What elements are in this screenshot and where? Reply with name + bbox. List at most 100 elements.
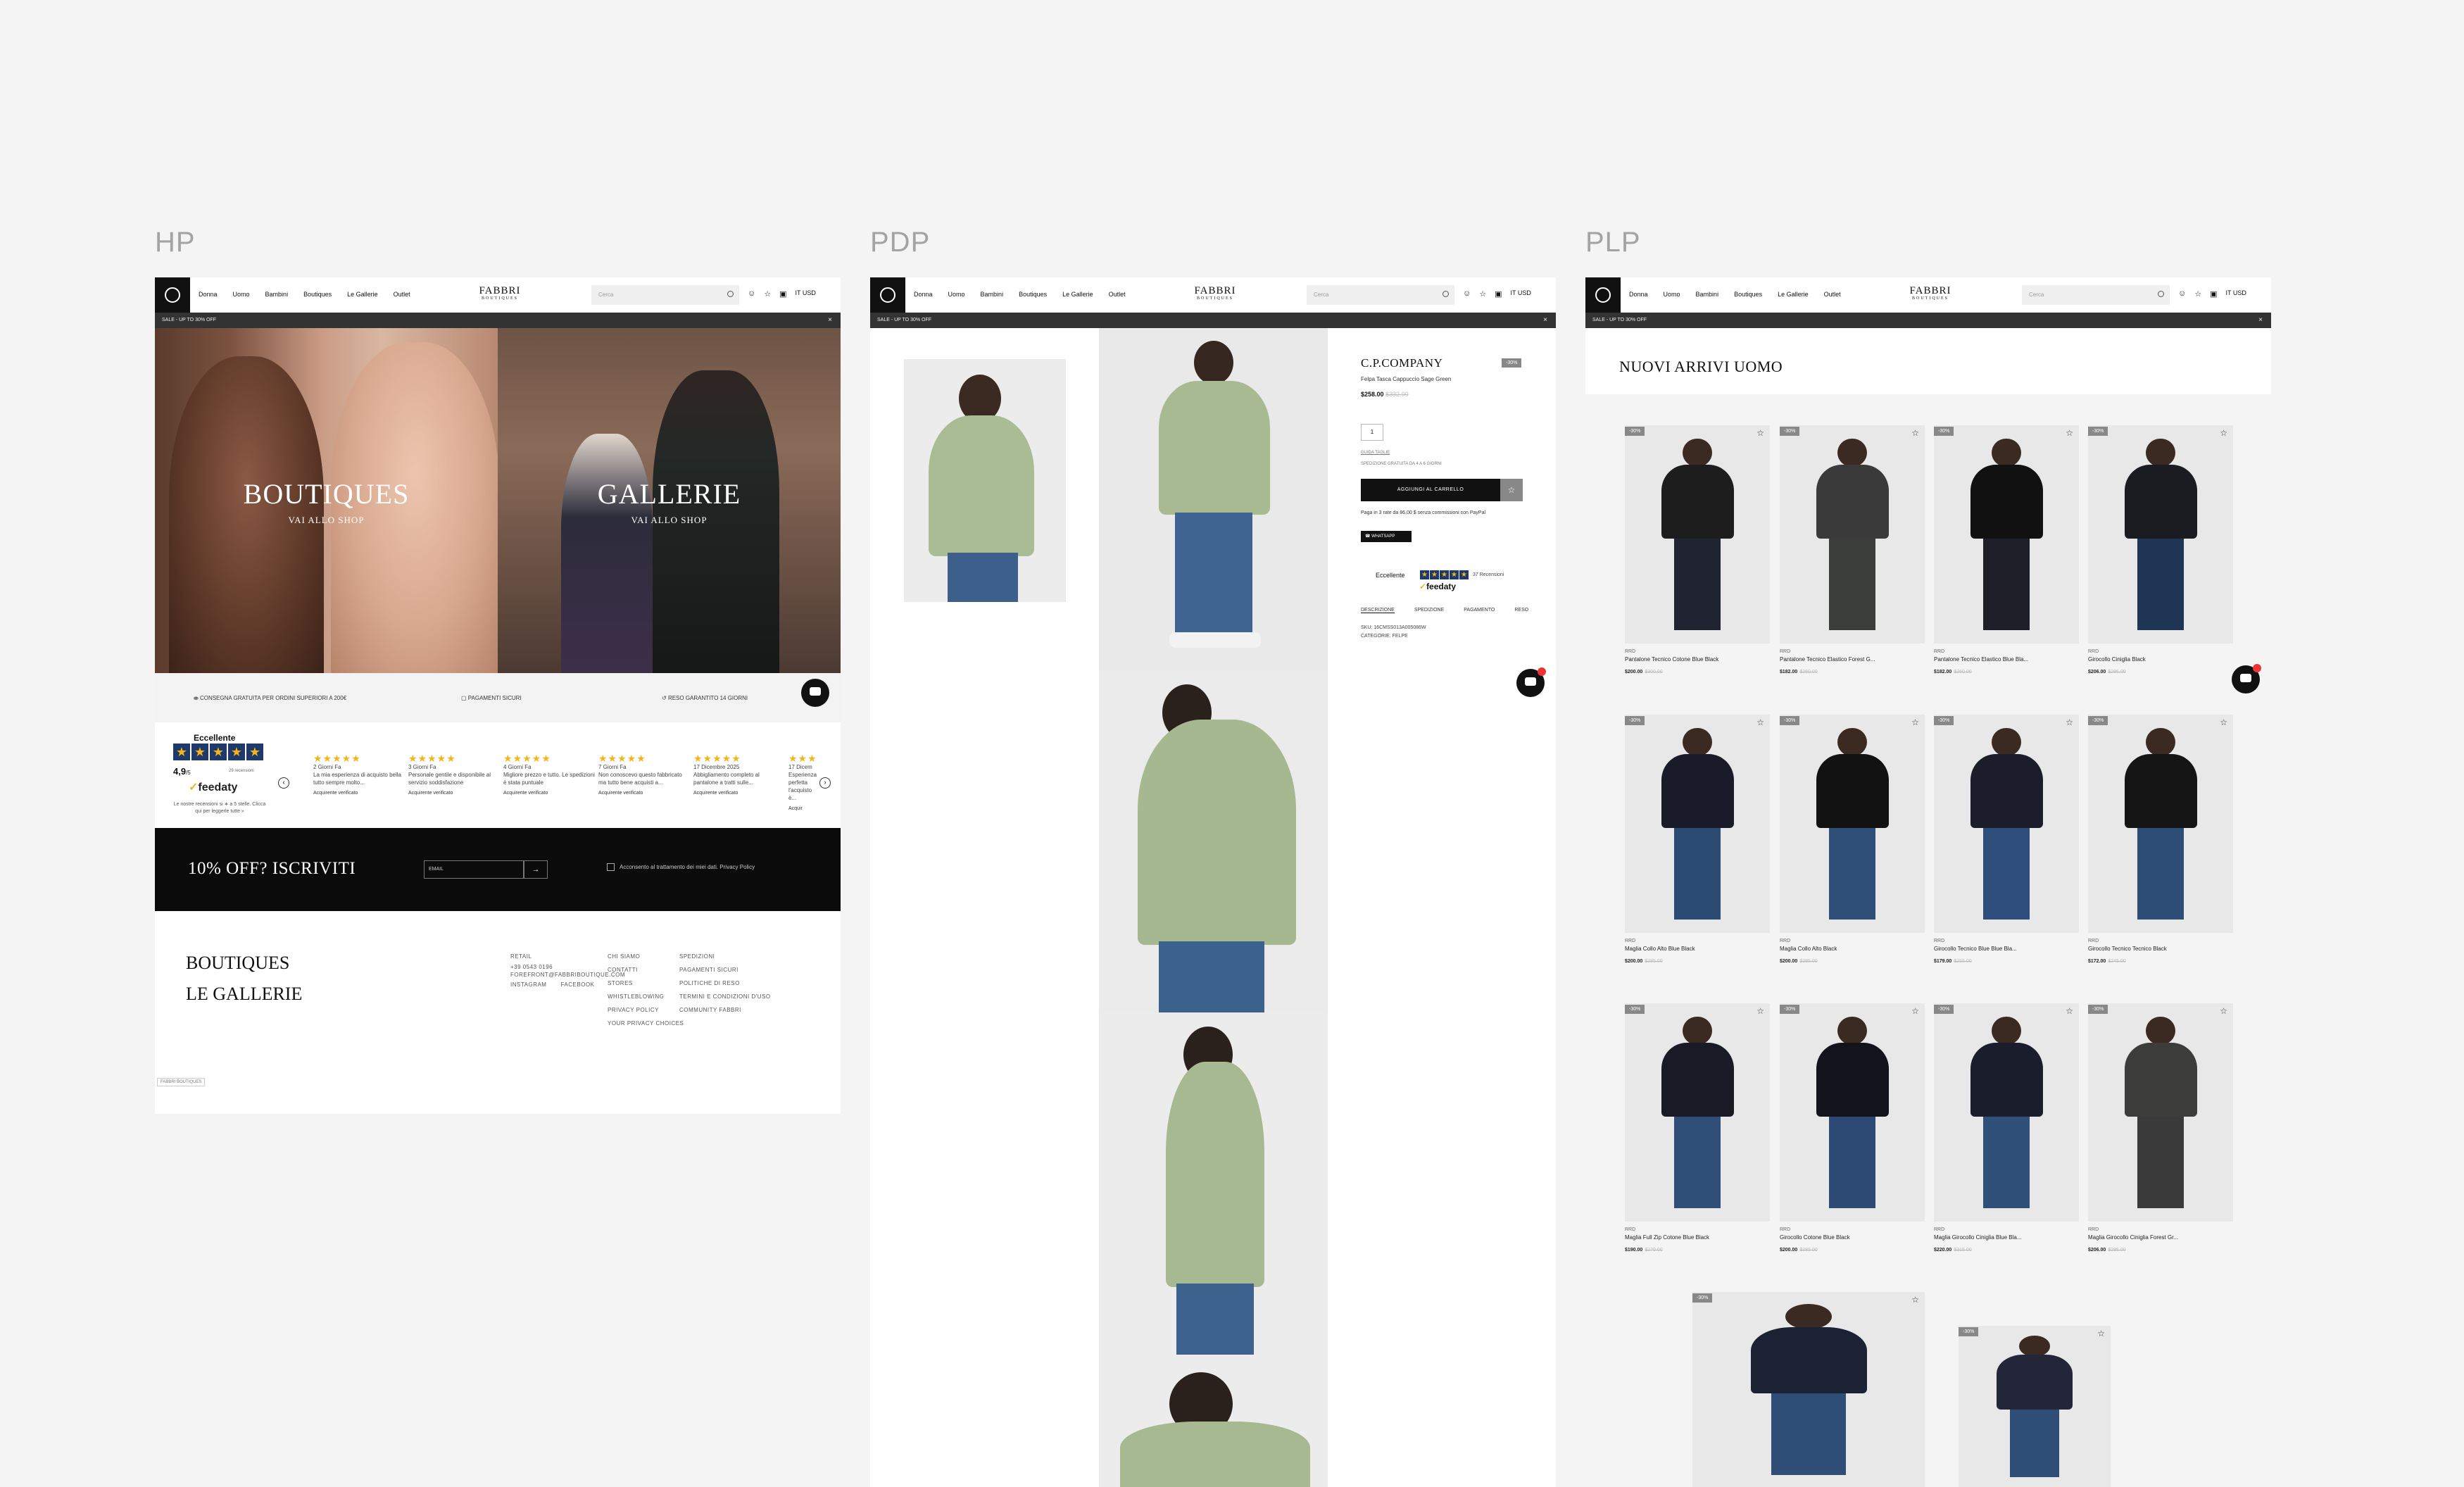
search-icon[interactable] <box>727 291 734 297</box>
product-brand[interactable]: C.P.COMPANY <box>1361 356 1442 370</box>
hero-link-gallerie[interactable]: VAI ALLO SHOP <box>498 515 841 526</box>
product-thumbnail[interactable] <box>904 359 1066 602</box>
footer-brand-boutiques[interactable]: BOUTIQUES <box>186 948 302 979</box>
menu-item-outlet[interactable]: Outlet <box>1824 291 1841 298</box>
brand-logo[interactable]: FABBRI BOUTIQUES <box>1190 286 1240 301</box>
facebook-link[interactable]: FACEBOOK <box>560 979 594 991</box>
menu-item-bambini[interactable]: Bambini <box>981 291 1004 298</box>
wishlist-icon[interactable]: ☆ <box>1911 717 1919 727</box>
product-image-1[interactable] <box>1099 328 1328 670</box>
wishlist-icon[interactable]: ☆ <box>1756 1006 1764 1016</box>
wishlist-icon[interactable]: ☆ <box>2066 1006 2073 1016</box>
product-card[interactable]: -30% ☆ <box>1934 715 2079 933</box>
consent-checkbox[interactable] <box>607 863 615 871</box>
product-info[interactable]: RRD Pantalone Tecnico Elastico Forest G..… <box>1780 648 1925 676</box>
product-card[interactable]: -30% ☆ <box>1934 425 2079 644</box>
newsletter-email-input[interactable]: EMAIL <box>424 860 524 879</box>
product-info[interactable]: RRD Girocollo Tecnico Tecnico Black $172.0… <box>2088 937 2233 965</box>
product-info[interactable]: RRD Maglia Girocollo Ciniglia Forest Gr..… <box>2088 1226 2233 1254</box>
wishlist-icon[interactable]: ☆ <box>2220 717 2227 727</box>
product-image-2[interactable] <box>1099 670 1328 1012</box>
hero-link-boutiques[interactable]: VAI ALLO SHOP <box>155 515 498 526</box>
add-to-cart-button[interactable]: AGGIUNGI AL CARRELLO <box>1361 479 1500 501</box>
newsletter-submit-button[interactable]: → <box>524 860 548 879</box>
logo-icon[interactable] <box>155 277 190 313</box>
product-image-4[interactable] <box>1099 1355 1328 1487</box>
rating-count[interactable]: 37 Recensioni <box>1473 572 1504 577</box>
wishlist-icon[interactable]: ☆ <box>1911 1295 1919 1305</box>
product-info[interactable]: RRD Maglia Full Zip Cotone Blue Black $190… <box>1625 1226 1770 1254</box>
tab-reso[interactable]: RESO <box>1514 608 1528 613</box>
product-info[interactable]: RRD Girocollo Cotone Blue Black $200.00 $28… <box>1780 1226 1925 1254</box>
cart-icon[interactable]: ▣ <box>779 289 786 299</box>
instagram-link[interactable]: INSTAGRAM <box>510 979 546 991</box>
menu-item-donna[interactable]: Donna <box>1629 291 1648 298</box>
language-selector[interactable]: IT USD <box>1511 289 1531 299</box>
wishlist-icon[interactable]: ☆ <box>1479 289 1486 299</box>
wishlist-icon[interactable]: ☆ <box>2097 1329 2105 1338</box>
tab-pagamento[interactable]: PAGAMENTO <box>1464 608 1495 613</box>
product-card[interactable]: -30% ☆ <box>1780 1003 1925 1222</box>
search-input[interactable]: Cerca <box>1307 285 1454 305</box>
product-info[interactable]: RRD Pantalone Tecnico Cotone Blue Black $2… <box>1625 648 1770 676</box>
wishlist-icon[interactable]: ☆ <box>1756 717 1764 727</box>
whatsapp-button[interactable]: ☎ WHATSAPP <box>1361 531 1412 542</box>
logo-icon[interactable] <box>870 277 905 313</box>
brand-logo[interactable]: FABBRI BOUTIQUES <box>475 286 524 301</box>
menu-item-gallerie[interactable]: Le Gallerie <box>1062 291 1093 298</box>
product-info[interactable]: RRD Pantalone Tecnico Elastico Blue Bla..… <box>1934 648 2079 676</box>
menu-item-boutiques[interactable]: Boutiques <box>1019 291 1047 298</box>
product-info[interactable]: RRD Girocollo Ciniglia Black $206.00 $295.0… <box>2088 648 2233 676</box>
wishlist-icon[interactable]: ☆ <box>1756 428 1764 438</box>
menu-item-donna[interactable]: Donna <box>914 291 933 298</box>
size-guide-link[interactable]: GUIDA TAGLIE <box>1361 451 1390 455</box>
product-card[interactable]: -30% ☆ <box>1780 715 1925 933</box>
product-info[interactable]: RRD Maglia Collo Alto Blue Black $200.00 $2… <box>1625 937 1770 965</box>
product-info[interactable]: RRD Girocollo Tecnico Blue Blue Bla... $17… <box>1934 937 2079 965</box>
product-card[interactable]: -30% ☆ <box>1692 1292 1925 1487</box>
chevron-right-icon[interactable]: › <box>819 777 831 789</box>
chat-icon[interactable] <box>1516 667 1546 697</box>
wishlist-icon[interactable]: ☆ <box>2220 1006 2227 1016</box>
search-icon[interactable] <box>1442 291 1449 297</box>
cart-icon[interactable]: ▣ <box>2210 289 2217 299</box>
product-info[interactable]: RRD Maglia Girocollo Ciniglia Blue Bla...… <box>1934 1226 2079 1254</box>
user-icon[interactable]: ☺ <box>2178 289 2186 299</box>
menu-item-bambini[interactable]: Bambini <box>265 291 289 298</box>
wishlist-icon[interactable]: ☆ <box>1911 428 1919 438</box>
product-card[interactable]: -30% ☆ <box>1625 1003 1770 1222</box>
search-input[interactable]: Cerca <box>591 285 739 305</box>
tab-spedizione[interactable]: SPEDIZIONE <box>1414 608 1444 613</box>
menu-item-uomo[interactable]: Uomo <box>1664 291 1680 298</box>
chat-icon[interactable] <box>801 679 829 707</box>
menu-item-gallerie[interactable]: Le Gallerie <box>347 291 378 298</box>
search-icon[interactable] <box>2158 291 2164 297</box>
wishlist-icon[interactable]: ☆ <box>2194 289 2201 299</box>
product-card[interactable]: -30% ☆ <box>1959 1326 2111 1487</box>
cart-icon[interactable]: ▣ <box>1495 289 1502 299</box>
hero-boutiques[interactable]: BOUTIQUES VAI ALLO SHOP <box>155 328 498 673</box>
menu-item-boutiques[interactable]: Boutiques <box>303 291 332 298</box>
wishlist-button[interactable]: ☆ <box>1500 479 1523 501</box>
menu-item-outlet[interactable]: Outlet <box>1109 291 1126 298</box>
close-icon[interactable]: × <box>2258 316 2263 324</box>
language-selector[interactable]: IT USD <box>2226 289 2246 299</box>
wishlist-icon[interactable]: ☆ <box>1911 1006 1919 1016</box>
wishlist-icon[interactable]: ☆ <box>2066 428 2073 438</box>
user-icon[interactable]: ☺ <box>1463 289 1471 299</box>
menu-item-outlet[interactable]: Outlet <box>394 291 410 298</box>
product-card[interactable]: -30% ☆ <box>1780 425 1925 644</box>
close-icon[interactable]: × <box>828 316 832 324</box>
brand-logo[interactable]: FABBRI BOUTIQUES <box>1906 286 1955 301</box>
product-card[interactable]: -30% ☆ <box>2088 425 2233 644</box>
wishlist-icon[interactable]: ☆ <box>2220 428 2227 438</box>
product-info[interactable]: RRD Maglia Collo Alto Black $200.00 $285.00 <box>1780 937 1925 965</box>
product-card[interactable]: -30% ☆ <box>2088 715 2233 933</box>
wishlist-icon[interactable]: ☆ <box>2066 717 2073 727</box>
tab-descrizione[interactable]: DESCRIZIONE <box>1361 608 1395 613</box>
product-card[interactable]: -30% ☆ <box>1934 1003 2079 1222</box>
close-icon[interactable]: × <box>1543 316 1547 324</box>
chat-icon[interactable] <box>2232 664 2261 694</box>
menu-item-donna[interactable]: Donna <box>199 291 218 298</box>
menu-item-uomo[interactable]: Uomo <box>948 291 965 298</box>
